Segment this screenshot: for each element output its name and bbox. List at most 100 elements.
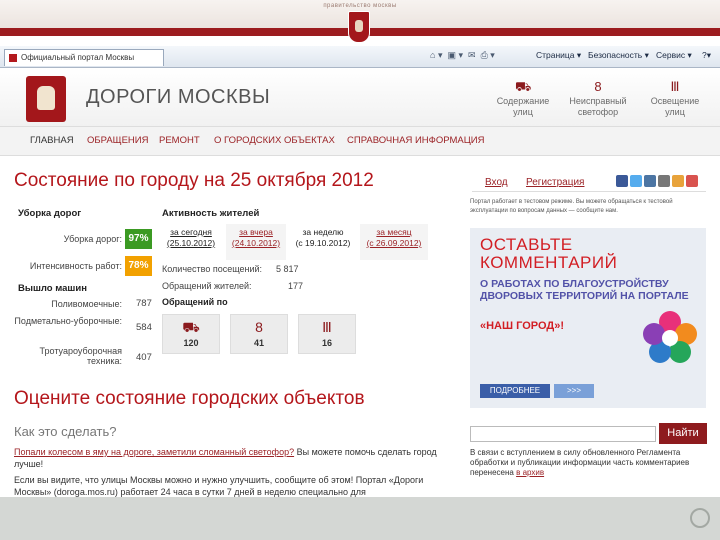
appeals-count-value: 41 bbox=[253, 338, 264, 348]
truck-icon: ⛟ bbox=[515, 79, 532, 94]
machine-type-label: Подметально-уборочные: bbox=[14, 316, 122, 326]
tab-label: за вчера bbox=[239, 227, 273, 237]
machines-heading: Вышло машин bbox=[18, 283, 87, 294]
rate-paragraph-link[interactable]: Попали колесом в яму на дороге, заметили… bbox=[14, 447, 294, 457]
nav-repair[interactable]: РЕМОНТ bbox=[159, 135, 200, 146]
rate-paragraph-1: Попали колесом в яму на дороге, заметили… bbox=[14, 446, 454, 470]
moscow-crest-icon[interactable] bbox=[348, 11, 370, 43]
tab-month[interactable]: за месяц (с 26.09.2012) bbox=[360, 224, 428, 260]
facebook-icon[interactable] bbox=[616, 175, 628, 187]
promo-title-line: КОММЕНТАРИЙ bbox=[480, 253, 618, 272]
browser-toolbar: Официальный портал Москвы ⌂ ▾ ▣ ▾ ✉ ⎙ ▾ … bbox=[0, 46, 720, 68]
tab-week[interactable]: за неделю (с 19.10.2012) bbox=[290, 224, 356, 260]
street-light-icon: Ⅲ bbox=[322, 319, 332, 335]
footer-area bbox=[0, 497, 720, 540]
rate-section-title: Оцените состояние городских объектов bbox=[14, 388, 365, 409]
tab-label: за сегодня bbox=[170, 227, 212, 237]
tab-date: (с 19.10.2012) bbox=[295, 238, 351, 248]
blog-icon[interactable] bbox=[658, 175, 670, 187]
machine-count: 787 bbox=[136, 298, 152, 309]
promo-title: ОСТАВЬТЕ КОММЕНТАРИЙ bbox=[480, 236, 617, 272]
tab-yesterday[interactable]: за вчера (24.10.2012) bbox=[226, 224, 286, 260]
machine-type-label: Поливомоечные: bbox=[51, 299, 122, 309]
menu-help[interactable]: ?▾ bbox=[702, 50, 711, 61]
portal-info-text: Портал работает в тестовом режиме. Вы мо… bbox=[470, 199, 673, 214]
nav-city-objects[interactable]: О ГОРОДСКИХ ОБЪЕКТАХ bbox=[214, 135, 335, 146]
archive-link[interactable]: в архив bbox=[516, 468, 544, 477]
promo-body: О РАБОТАХ ПО БЛАГОУСТРОЙСТВУ ДВОРОВЫХ ТЕ… bbox=[480, 278, 689, 302]
appeals-value: 177 bbox=[288, 281, 304, 291]
government-banner: правительство москвы bbox=[0, 0, 720, 46]
menu-tools[interactable]: Сервис ▾ bbox=[656, 50, 692, 61]
appeals-count-maintenance[interactable]: ⛟ 120 bbox=[162, 314, 220, 354]
register-link[interactable]: Регистрация bbox=[526, 177, 584, 188]
mail-icon[interactable]: ✉ bbox=[468, 50, 476, 60]
truck-icon: ⛟ bbox=[182, 319, 200, 335]
search-button[interactable]: Найти bbox=[659, 423, 707, 444]
header-link-label: Содержание bbox=[496, 96, 550, 106]
page-title: Состояние по городу на 25 октября 2012 bbox=[14, 170, 374, 191]
machine-count: 584 bbox=[136, 322, 152, 333]
site-title[interactable]: ДОРОГИ МОСКВЫ bbox=[86, 86, 270, 109]
intensity-label: Интенсивность работ: bbox=[29, 261, 122, 271]
tab-label: за неделю bbox=[302, 227, 344, 237]
home-icon[interactable]: ⌂ bbox=[430, 50, 435, 60]
activity-heading: Активность жителей bbox=[162, 208, 260, 219]
promo-portal-name: «НАШ ГОРОД»! bbox=[480, 320, 564, 332]
menu-security[interactable]: Безопасность ▾ bbox=[588, 50, 649, 61]
browser-tab-title: Официальный портал Москвы bbox=[21, 53, 135, 62]
corner-logo-icon bbox=[690, 508, 710, 528]
tab-today[interactable]: за сегодня (25.10.2012) bbox=[160, 224, 222, 260]
menu-page[interactable]: Страница ▾ bbox=[536, 50, 581, 61]
appeals-count-lighting[interactable]: Ⅲ 16 bbox=[298, 314, 356, 354]
promo-banner[interactable]: ОСТАВЬТЕ КОММЕНТАРИЙ О РАБОТАХ ПО БЛАГОУ… bbox=[470, 228, 706, 408]
street-light-icon: Ⅲ bbox=[670, 79, 680, 94]
cleaning-heading: Уборка дорог bbox=[18, 208, 82, 219]
login-link[interactable]: Вход bbox=[485, 177, 508, 188]
rss-icon[interactable] bbox=[672, 175, 684, 187]
header-link-street-lighting[interactable]: Ⅲ Освещение улиц bbox=[640, 80, 710, 118]
share-icon[interactable] bbox=[686, 175, 698, 187]
tab-label: за месяц bbox=[376, 227, 412, 237]
cleaning-percent-badge: 97% bbox=[125, 229, 152, 249]
header-link-label: улиц bbox=[665, 107, 685, 117]
intensity-percent-badge: 78% bbox=[125, 256, 152, 276]
header-link-broken-traffic-light[interactable]: 8 Неисправный светофор bbox=[563, 80, 633, 118]
promo-arrows[interactable]: >>> bbox=[554, 384, 594, 398]
flower-icon bbox=[643, 311, 697, 363]
tab-date: (25.10.2012) bbox=[166, 238, 216, 248]
browser-tab[interactable]: Официальный портал Москвы bbox=[4, 49, 164, 66]
archive-notice: В связи с вступлением в силу обновленног… bbox=[470, 448, 710, 478]
visits-value: 5 817 bbox=[276, 264, 299, 274]
vkontakte-icon[interactable] bbox=[644, 175, 656, 187]
traffic-light-icon: 8 bbox=[594, 79, 602, 94]
header-link-label: Освещение bbox=[650, 96, 700, 106]
nav-appeals[interactable]: ОБРАЩЕНИЯ bbox=[87, 135, 148, 146]
site-logo-icon[interactable] bbox=[26, 76, 66, 122]
header-link-street-maintenance[interactable]: ⛟ Содержание улиц bbox=[488, 80, 558, 118]
rate-paragraph-2: Если вы видите, что улицы Москвы можно и… bbox=[14, 475, 424, 497]
appeals-by-label: Обращений по bbox=[162, 297, 228, 307]
twitter-icon[interactable] bbox=[630, 175, 642, 187]
banner-label: правительство москвы bbox=[323, 3, 397, 9]
appeals-count-value: 120 bbox=[183, 338, 199, 348]
header-link-label: светофор bbox=[577, 107, 619, 117]
print-icon[interactable]: ⎙ bbox=[481, 50, 488, 60]
search-input[interactable] bbox=[470, 426, 656, 442]
nav-reference[interactable]: СПРАВОЧНАЯ ИНФОРМАЦИЯ bbox=[347, 135, 484, 146]
visits-label: Количество посещений: bbox=[162, 264, 263, 274]
promo-more-button[interactable]: ПОДРОБНЕЕ bbox=[480, 384, 550, 398]
appeals-label: Обращений жителей: bbox=[162, 281, 252, 291]
appeals-count-traffic-light[interactable]: 8 41 bbox=[230, 314, 288, 354]
feeds-icon[interactable]: ▣ bbox=[447, 50, 456, 60]
nav-home[interactable]: ГЛАВНАЯ bbox=[30, 135, 74, 146]
cleaning-label: Уборка дорог: bbox=[63, 234, 122, 244]
header-link-label: улиц bbox=[513, 107, 533, 117]
toolbar-icons: ⌂ ▾ ▣ ▾ ✉ ⎙ ▾ bbox=[430, 50, 495, 60]
how-to-heading: Как это сделать? bbox=[14, 424, 117, 439]
appeals-count-value: 16 bbox=[321, 338, 332, 348]
tab-date: (с 26.09.2012) bbox=[366, 238, 422, 248]
machine-type-label: Тротуароуборочная техника: bbox=[39, 346, 122, 366]
machine-count: 407 bbox=[136, 352, 152, 363]
favicon-icon bbox=[9, 54, 17, 62]
